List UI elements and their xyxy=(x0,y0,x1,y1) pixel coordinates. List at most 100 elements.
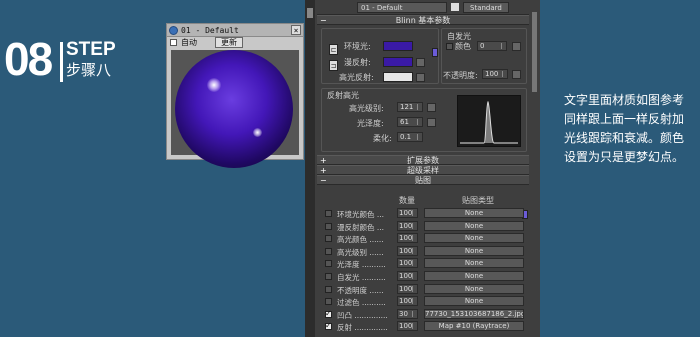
ambient-label: 环境光: xyxy=(344,42,371,51)
soften-label: 柔化: xyxy=(373,134,392,143)
map-channel-name: 高光级别 ...... xyxy=(337,247,384,257)
diffuse-map-button[interactable] xyxy=(416,58,425,67)
rollout-maps[interactable]: − 贴图 xyxy=(317,175,529,185)
map-row: 漫反射颜色 ... 100 None xyxy=(317,220,529,232)
step-label: STEP xyxy=(66,39,116,60)
rollout-blinn[interactable]: − Blinn 基本参数 xyxy=(317,15,529,25)
material-name-bar: 01 - Default Standard xyxy=(317,0,529,15)
map-channel-name: 不透明度 ...... xyxy=(337,285,384,295)
map-slot-button[interactable]: None xyxy=(424,220,524,231)
map-enable-checkbox[interactable] xyxy=(325,260,332,268)
material-icon xyxy=(169,25,178,35)
auto-label: 自动 xyxy=(181,38,197,47)
ambient-swatch[interactable] xyxy=(383,41,413,51)
map-channel-name: 反射 .............. xyxy=(337,323,388,333)
specular-map-button[interactable] xyxy=(416,73,425,82)
self-illum-color-label: 颜色 xyxy=(455,42,471,51)
map-channel-name: 光泽度 .......... xyxy=(337,260,386,270)
scroll-grip[interactable] xyxy=(307,8,313,18)
material-type-button[interactable]: Standard xyxy=(463,1,509,13)
specular-curve-graph xyxy=(457,95,521,147)
opacity-map-button[interactable] xyxy=(512,70,521,79)
map-row: 高光级别 ...... 100 None xyxy=(317,245,529,257)
map-amount-spinner[interactable]: 100 xyxy=(397,321,418,332)
map-slot-button[interactable]: None xyxy=(424,233,524,244)
auto-checkbox[interactable] xyxy=(170,39,177,46)
self-illum-color-checkbox[interactable] xyxy=(446,43,453,50)
maps-amount-header: 数量 xyxy=(399,196,415,205)
map-slot-button[interactable]: 77730_153103687186_2.jpg) xyxy=(424,308,524,319)
gloss-spinner[interactable]: 61 xyxy=(397,117,423,127)
map-slot-button[interactable]: None xyxy=(424,283,524,294)
close-icon[interactable]: × xyxy=(291,25,301,35)
map-enable-checkbox[interactable] xyxy=(325,235,332,243)
map-row: 反射 .............. 100 Map #10 (Raytrace) xyxy=(317,321,529,332)
material-name-field[interactable]: 01 - Default xyxy=(357,1,447,13)
map-enable-checkbox[interactable] xyxy=(325,321,332,331)
gloss-map-button[interactable] xyxy=(427,118,436,127)
preview-viewport[interactable] xyxy=(171,50,299,168)
specular-swatch[interactable] xyxy=(383,72,413,82)
map-channel-name: 过滤色 .......... xyxy=(337,298,386,308)
material-type-picker[interactable] xyxy=(451,3,459,11)
self-illum-map-button[interactable] xyxy=(512,42,521,51)
lock-icon-2[interactable]: ⊐ xyxy=(329,60,338,71)
map-row: 高光颜色 ...... 100 None xyxy=(317,233,529,244)
map-slot-button[interactable]: Map #10 (Raytrace) xyxy=(424,321,524,332)
map-amount-spinner[interactable]: 100 xyxy=(397,258,418,269)
map-amount-spinner[interactable]: 100 xyxy=(397,271,418,281)
map-amount-spinner[interactable]: 100 xyxy=(397,233,418,244)
map-channel-name: 高光颜色 ...... xyxy=(337,235,384,245)
description-line: 同样跟上面一样反射加 xyxy=(564,112,685,126)
map-row: 不透明度 ...... 100 None xyxy=(317,283,529,295)
panel-vertical-scrollbar[interactable] xyxy=(532,12,537,92)
preview-title-bar[interactable]: 01 - Default × xyxy=(167,24,303,37)
description-text: 文字里面材质如图参考 同样跟上面一样反射加 光线跟踪和衰减。颜色 设置为只是更梦… xyxy=(564,91,696,167)
map-row: 环境光颜色 ... 100 None xyxy=(317,208,529,219)
map-enable-checkbox[interactable] xyxy=(325,247,332,255)
rollout-extended[interactable]: + 扩展参数 xyxy=(317,155,529,165)
map-slot-button[interactable]: None xyxy=(424,208,524,218)
spec-level-spinner[interactable]: 121 xyxy=(397,102,423,112)
panel-scroll-strip[interactable] xyxy=(305,0,315,337)
map-slot-button[interactable]: None xyxy=(424,296,524,307)
opacity-label: 不透明度: xyxy=(443,71,478,80)
map-enable-checkbox[interactable] xyxy=(325,285,332,293)
spec-level-label: 高光级别: xyxy=(349,104,384,113)
map-amount-spinner[interactable]: 100 xyxy=(397,245,418,256)
map-enable-checkbox[interactable] xyxy=(325,222,332,230)
map-amount-spinner[interactable]: 100 xyxy=(397,283,418,294)
maps-link-icon[interactable] xyxy=(432,48,438,57)
specular-label: 高光反射: xyxy=(339,73,374,82)
description-line: 文字里面材质如图参考 xyxy=(564,93,685,107)
step-subtitle: 步骤八 xyxy=(66,61,112,79)
material-sphere xyxy=(175,50,293,168)
map-enable-checkbox[interactable] xyxy=(325,210,332,217)
map-slot-button[interactable]: None xyxy=(424,258,524,269)
map-amount-spinner[interactable]: 30 xyxy=(397,308,418,319)
map-enable-checkbox[interactable] xyxy=(325,298,332,306)
self-illum-spinner[interactable]: 0 xyxy=(477,41,507,51)
update-button[interactable]: 更新 xyxy=(215,37,243,48)
rollout-stack: + 扩展参数 + 超级采样 − 贴图 xyxy=(317,155,529,185)
map-amount-spinner[interactable]: 100 xyxy=(397,220,418,231)
map-row: 自发光 .......... 100 None xyxy=(317,271,529,282)
map-row: 凹凸 .............. 30 77730_153103687186_2.… xyxy=(317,308,529,320)
map-row: 光泽度 .......... 100 None xyxy=(317,258,529,269)
map-channel-name: 漫反射颜色 ... xyxy=(337,222,385,232)
lock-icon[interactable]: ⊏ xyxy=(329,44,338,55)
map-enable-checkbox[interactable] xyxy=(325,273,332,280)
map-slot-button[interactable]: None xyxy=(424,245,524,256)
diffuse-swatch[interactable] xyxy=(383,57,413,67)
rollout-supersampling[interactable]: + 超级采样 xyxy=(317,165,529,175)
spec-level-map-button[interactable] xyxy=(427,103,436,112)
step-number: 08 xyxy=(4,33,53,85)
opacity-spinner[interactable]: 100 xyxy=(482,69,508,79)
soften-spinner[interactable]: 0.1 xyxy=(397,132,423,142)
gloss-label: 光泽度: xyxy=(357,119,384,128)
map-amount-spinner[interactable]: 100 xyxy=(397,208,418,218)
map-enable-checkbox[interactable] xyxy=(325,309,332,318)
preview-toolbar: 自动 更新 xyxy=(167,37,303,48)
map-amount-spinner[interactable]: 100 xyxy=(397,296,418,307)
map-slot-button[interactable]: None xyxy=(424,271,524,281)
